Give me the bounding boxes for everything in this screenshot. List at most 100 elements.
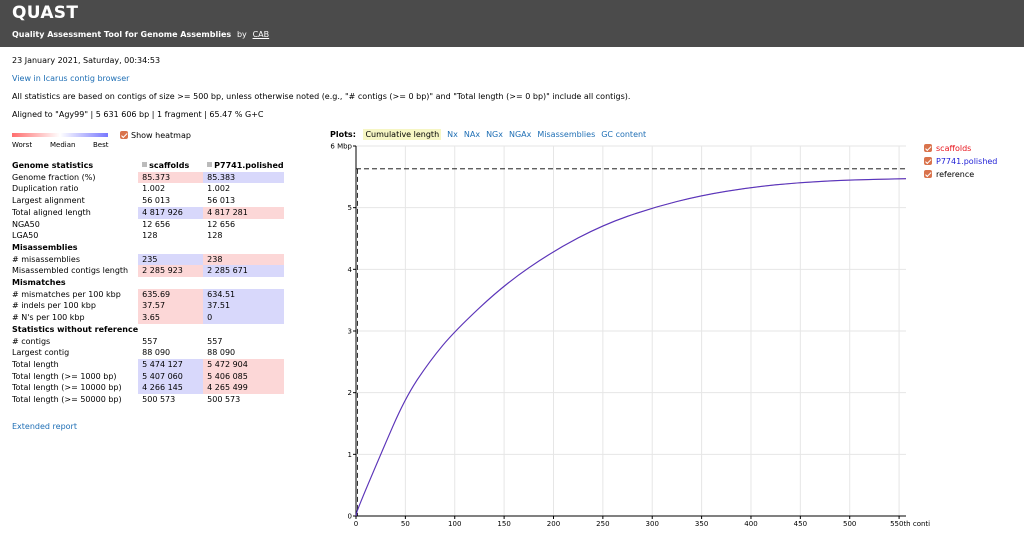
section-header: Mismatches (11, 277, 284, 289)
sort-icon[interactable] (142, 162, 148, 167)
metric-value: 5 474 127 (138, 358, 204, 371)
y-tick-label: 1 (348, 451, 352, 459)
series-line-p7741-polished (355, 178, 907, 517)
metric-label: Total length (12, 359, 59, 369)
metric-label: Genome fraction (%) (12, 172, 96, 182)
metric-label: Largest alignment (12, 196, 85, 206)
x-tick-label: 200 (547, 520, 560, 528)
extended-report-link[interactable]: Extended report (12, 422, 77, 431)
metric-value: 88 090 (207, 348, 236, 358)
table-row: Misassembled contigs length 2 285 923 2 28… (11, 265, 284, 278)
metric-value: 37.57 (138, 300, 204, 313)
subtitle-text: Quality Assessment Tool for Genome Assem… (12, 30, 232, 39)
empty-cell (138, 277, 203, 289)
metric-label: # misassemblies (12, 254, 80, 264)
x-tick-label: 150 (497, 520, 510, 528)
top-bar: QUAST Quality Assessment Tool for Genome… (0, 0, 1024, 47)
icarus-link[interactable]: View in Icarus contig browser (12, 74, 129, 83)
metric-value: 56 013 (142, 196, 171, 206)
column-header-label: scaffolds (149, 161, 190, 170)
table-row: Total length (>= 1000 bp) 5 407 060 5 406 … (11, 370, 284, 383)
metric-value: 12 656 (142, 219, 171, 229)
column-header: scaffolds (138, 160, 203, 172)
table-row: Genome fraction (%) 85.373 85.383 (11, 171, 284, 184)
metric-value: 2 285 671 (203, 265, 284, 278)
metric-label: Misassembled contigs length (12, 266, 129, 276)
metric-value: 238 (203, 253, 284, 266)
x-tick-label: 500 (843, 520, 856, 528)
metric-value: 4 817 281 (203, 206, 284, 219)
metric-value: 1.002 (142, 184, 166, 194)
column-header-label: P7741.polished (214, 161, 284, 170)
metric-value: 557 (142, 336, 158, 346)
metric-value: 634.51 (203, 288, 284, 301)
checkbox-icon[interactable] (120, 131, 128, 139)
legend-label: scaffolds (936, 144, 972, 153)
x-tick-label: 250 (596, 520, 609, 528)
checkbox-icon[interactable] (924, 144, 932, 152)
x-tick-label: 350 (695, 520, 708, 528)
table-row: Largest contig 88 090 88 090 (11, 347, 284, 359)
metric-value: 635.69 (138, 288, 204, 301)
x-tick-label: 300 (646, 520, 659, 528)
by-text: by (236, 30, 247, 39)
table-row: Total aligned length 4 817 926 4 817 281 (11, 206, 284, 219)
table-row: # contigs 557 557 (11, 336, 284, 348)
empty-cell (203, 277, 283, 289)
section-header: Misassemblies (11, 242, 284, 254)
metric-value: 85.373 (138, 171, 204, 184)
checkbox-icon[interactable] (924, 170, 932, 178)
table-row: Total length (>= 50000 bp) 500 573 500 573 (11, 394, 284, 406)
show-heatmap-toggle[interactable]: Show heatmap (120, 131, 191, 140)
cab-link[interactable]: CAB (253, 30, 270, 39)
legend-item[interactable]: reference (924, 170, 974, 179)
metric-label: Largest contig (12, 348, 70, 358)
metric-value: 4 265 499 (203, 382, 284, 395)
metric-label: # contigs (12, 336, 51, 346)
metric-value: 5 407 060 (138, 370, 204, 383)
aligned-info: Aligned to "Agy99" | 5 631 606 bp | 1 fr… (12, 110, 264, 119)
metric-label: # indels per 100 kbp (12, 301, 96, 311)
table-row: # indels per 100 kbp 37.57 37.51 (11, 300, 284, 313)
legend-item[interactable]: scaffolds (924, 144, 971, 153)
column-header: P7741.polished (203, 160, 284, 172)
report-date: 23 January 2021, Saturday, 00:34:53 (12, 56, 161, 65)
checkbox-icon[interactable] (924, 157, 932, 165)
metric-value: 557 (207, 336, 223, 346)
table-row: # mismatches per 100 kbp 635.69 634.51 (11, 288, 284, 301)
metric-value: 500 573 (207, 395, 241, 405)
metric-value: 235 (138, 253, 204, 266)
brand-title: QUAST (12, 3, 79, 23)
heatmap-median-label: Median (50, 141, 76, 149)
y-tick-label: 4 (348, 266, 353, 274)
empty-cell (138, 324, 203, 336)
stats-table: Genome statistics scaffolds P7741.polished… (11, 160, 284, 406)
metric-label: # mismatches per 100 kbp (12, 289, 121, 299)
metric-label: Total aligned length (12, 207, 91, 217)
heatmap-worst-label: Worst (12, 141, 33, 149)
metric-value: 85.383 (203, 171, 284, 184)
x-tick-label: 450 (794, 520, 807, 528)
size-note: All statistics are based on contigs of s… (12, 92, 631, 101)
show-heatmap-label: Show heatmap (131, 131, 191, 140)
legend-label: reference (936, 170, 975, 179)
metric-label: # N's per 100 kbp (12, 313, 85, 323)
empty-cell (203, 242, 283, 254)
section-header: Genome statistics scaffolds P7741.polished (11, 160, 284, 172)
table-row: Duplication ratio 1.002 1.002 (11, 183, 284, 195)
sort-icon[interactable] (207, 162, 213, 167)
metric-value: 12 656 (207, 219, 236, 229)
metric-value: 0 (203, 312, 284, 324)
empty-cell (138, 242, 203, 254)
table-row: Total length 5 474 127 5 472 904 (11, 358, 284, 371)
metric-value: 88 090 (142, 348, 171, 358)
cumulative-length-chart: 0 50 100 150 200 250 300 350 400 450 500 550th cont… (330, 143, 930, 529)
legend-label: P7741.polished (936, 157, 998, 166)
metric-value: 5 472 904 (203, 358, 284, 371)
section-title: Statistics without reference (12, 324, 139, 334)
legend-item[interactable]: P7741.polished (924, 157, 997, 166)
x-tick-label: 400 (744, 520, 757, 528)
table-row: # N's per 100 kbp 3.65 0 (11, 312, 284, 324)
metric-value: 4 266 145 (138, 382, 204, 395)
table-row: NGA50 12 656 12 656 (11, 219, 284, 231)
